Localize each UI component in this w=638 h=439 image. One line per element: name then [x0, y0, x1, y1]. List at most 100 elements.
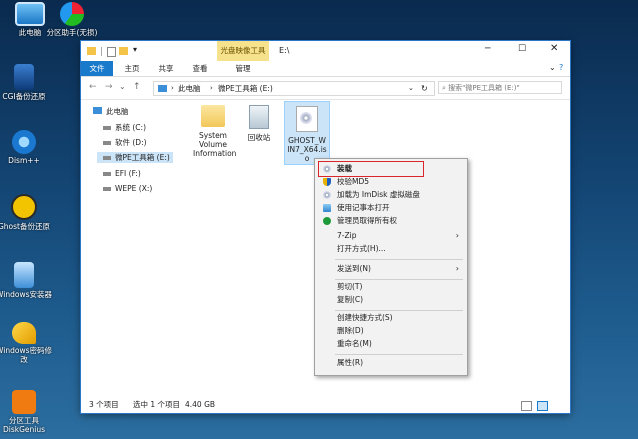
- tab-file[interactable]: 文件: [81, 61, 113, 76]
- navigation-pane: 此电脑 系统 (C:) 软件 (D:) 微PE工具箱 (E:) EFI (F:)…: [81, 100, 181, 396]
- tab-view[interactable]: 查看: [183, 61, 217, 76]
- status-selected: 选中 1 个项目: [133, 400, 181, 409]
- address-dropdown-icon[interactable]: ⌄: [408, 82, 414, 95]
- drive-icon: [103, 187, 111, 191]
- details-view-icon[interactable]: [521, 401, 532, 411]
- highlight-box: [318, 161, 424, 177]
- nav-item-this-pc[interactable]: 此电脑: [93, 106, 129, 117]
- disc-icon: [323, 191, 331, 199]
- menu-item-send-to[interactable]: 发送到(N) ›: [315, 263, 467, 275]
- menu-item-properties[interactable]: 属性(R): [315, 357, 467, 369]
- window-icon: [87, 47, 96, 55]
- desktop-icon-windows-password[interactable]: Windows密码修改: [0, 322, 54, 364]
- tab-home[interactable]: 主页: [115, 61, 149, 76]
- folder-icon: [201, 105, 225, 127]
- address-bar[interactable]: › 此电脑 › 微PE工具箱 (E:) ⌄ ↻: [153, 81, 435, 96]
- menu-separator: [335, 354, 463, 355]
- menu-item-open-notepad[interactable]: 使用记事本打开: [315, 202, 467, 214]
- window-title: E:\: [279, 46, 290, 55]
- menu-item-delete[interactable]: 删除(D): [315, 325, 467, 337]
- ribbon-tabs: 文件 主页 共享 查看 管理 ⌄ ?: [81, 61, 570, 77]
- nav-item-drive-f[interactable]: EFI (F:): [103, 168, 141, 179]
- menu-item-copy[interactable]: 复制(C): [315, 294, 467, 306]
- key-icon: [12, 322, 36, 344]
- quick-access-folder-icon[interactable]: [119, 47, 128, 55]
- ghost-icon: [11, 194, 37, 220]
- quick-access-save-icon[interactable]: [107, 47, 116, 57]
- maximize-button[interactable]: ☐: [518, 44, 526, 54]
- drive-icon: [103, 141, 111, 145]
- menu-separator: [335, 310, 463, 311]
- diskgenius-icon: [12, 390, 36, 414]
- computer-icon: [15, 2, 45, 26]
- desktop-icon-ghost[interactable]: Ghost备份还原: [0, 194, 54, 231]
- menu-separator: [335, 259, 463, 260]
- drive-icon: [103, 156, 111, 160]
- tab-manage[interactable]: 管理: [223, 61, 263, 76]
- nav-item-drive-e[interactable]: 微PE工具箱 (E:): [97, 152, 173, 163]
- file-recycle-bin[interactable]: 回收站: [241, 105, 277, 142]
- forward-icon[interactable]: →: [105, 82, 113, 92]
- submenu-arrow-icon: ›: [455, 231, 459, 240]
- pc-small-icon: [158, 85, 167, 92]
- desktop-icon-partition-assistant[interactable]: 分区助手(无损): [42, 2, 102, 37]
- minimize-button[interactable]: ─: [485, 44, 490, 54]
- close-button[interactable]: ✕: [550, 43, 558, 54]
- cgi-backup-icon: [14, 64, 34, 90]
- computer-icon: [93, 107, 102, 114]
- notepad-icon: [323, 204, 331, 212]
- up-icon[interactable]: ↑: [133, 82, 141, 92]
- disc-icon: [300, 112, 312, 124]
- context-menu: 装载 校验MD5 加载为 ImDisk 虚拟磁盘 使用记事本打开 管理员取得所有…: [314, 158, 468, 376]
- file-system-volume-information[interactable]: System Volume Information: [193, 105, 236, 158]
- breadcrumb-sep-icon: ›: [210, 84, 213, 92]
- address-bar-row: ← → ⌄ ↑ › 此电脑 › 微PE工具箱 (E:) ⌄ ↻ ⌕ 搜索"微PE…: [81, 77, 570, 100]
- drive-icon: [103, 172, 111, 176]
- status-item-count: 3 个项目: [89, 400, 119, 409]
- desktop-icon-dism[interactable]: Dism++: [0, 130, 54, 165]
- breadcrumb-sep-icon: ›: [171, 84, 174, 92]
- status-bar: 3 个项目 选中 1 个项目 4.40 GB: [81, 397, 570, 413]
- shield-icon: [323, 178, 331, 186]
- status-size: 4.40 GB: [185, 400, 216, 409]
- nav-item-drive-x[interactable]: WEPE (X:): [103, 183, 152, 194]
- partition-assistant-icon: [60, 2, 84, 26]
- quick-access-dropdown-icon[interactable]: ▾: [133, 45, 137, 54]
- menu-item-create-shortcut[interactable]: 创建快捷方式(S): [315, 312, 467, 324]
- menu-item-take-ownership[interactable]: 管理员取得所有权: [315, 215, 467, 227]
- menu-item-verify-md5[interactable]: 校验MD5: [315, 176, 467, 188]
- help-icon[interactable]: ?: [559, 63, 563, 72]
- recycle-bin-icon: [249, 105, 269, 129]
- breadcrumb-this-pc[interactable]: 此电脑: [178, 82, 201, 95]
- drive-icon: [103, 126, 111, 130]
- menu-item-rename[interactable]: 重命名(M): [315, 338, 467, 350]
- title-bar: ▾ 光盘映像工具 E:\ ─ ☐ ✕: [81, 41, 570, 61]
- menu-item-imdisk[interactable]: 加载为 ImDisk 虚拟磁盘: [315, 189, 467, 201]
- search-placeholder: 搜索"微PE工具箱 (E:)": [448, 84, 520, 92]
- dism-gear-icon: [12, 130, 36, 154]
- search-input[interactable]: ⌕ 搜索"微PE工具箱 (E:)": [438, 81, 562, 94]
- menu-item-7zip[interactable]: 7-Zip ›: [315, 230, 467, 242]
- desktop-icon-windows-installer[interactable]: Windows安装器: [0, 262, 54, 299]
- file-ghost-win7-iso[interactable]: GHOST_W IN7_X64.is o: [284, 101, 330, 165]
- large-icons-view-icon[interactable]: [537, 401, 548, 411]
- menu-separator: [335, 279, 463, 280]
- tab-share[interactable]: 共享: [149, 61, 183, 76]
- nav-item-drive-d[interactable]: 软件 (D:): [103, 137, 147, 148]
- submenu-arrow-icon: ›: [455, 264, 459, 273]
- menu-item-open-with[interactable]: 打开方式(H)...: [315, 243, 467, 255]
- back-icon[interactable]: ←: [89, 82, 97, 92]
- quick-access-separator: [101, 47, 102, 56]
- recent-dropdown-icon[interactable]: ⌄: [119, 82, 126, 91]
- desktop-icon-diskgenius[interactable]: 分区工具DiskGenius: [0, 390, 54, 434]
- disc-image-icon: [296, 106, 318, 132]
- breadcrumb-drive-e[interactable]: 微PE工具箱 (E:): [218, 82, 273, 95]
- ribbon-expand-icon[interactable]: ⌄: [549, 63, 556, 72]
- desktop-icon-cgi-backup[interactable]: CGI备份还原: [0, 64, 54, 101]
- context-tab-disc-image-tools: 光盘映像工具: [217, 41, 269, 61]
- windows-installer-icon: [14, 262, 34, 288]
- refresh-icon[interactable]: ↻: [421, 82, 428, 95]
- nav-item-drive-c[interactable]: 系统 (C:): [103, 122, 146, 133]
- menu-item-cut[interactable]: 剪切(T): [315, 281, 467, 293]
- shield-check-icon: [323, 217, 331, 225]
